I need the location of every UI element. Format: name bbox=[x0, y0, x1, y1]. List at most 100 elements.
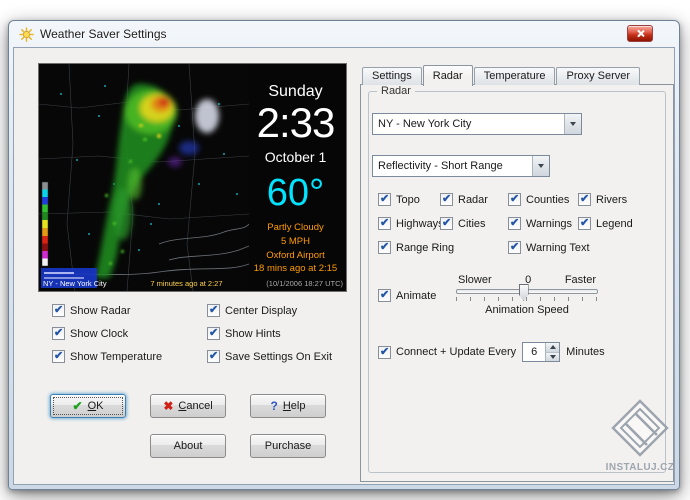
checkbox-box bbox=[378, 216, 391, 230]
preview-status-bar: NY - New York City 7 minutes ago at 2:27… bbox=[43, 279, 343, 288]
checkbox-rivers[interactable]: Rivers bbox=[578, 192, 633, 206]
preview-time: 2:33 bbox=[256, 99, 336, 146]
checkbox-box bbox=[207, 326, 220, 340]
animate-section: Animate Slower 0 Faster Animation Speed bbox=[378, 274, 661, 330]
weather-saver-settings-window: Weather Saver Settings Sunday 2:33 Octob… bbox=[8, 20, 680, 490]
checkbox-label: Topo bbox=[396, 193, 420, 206]
preview-conditions: Partly Cloudy bbox=[267, 222, 324, 233]
purchase-button[interactable]: Purchase bbox=[250, 434, 326, 458]
checkbox-box bbox=[578, 192, 591, 206]
radar-preview-image bbox=[39, 64, 249, 291]
checkbox-box bbox=[52, 349, 65, 363]
ok-button-label: OK bbox=[87, 400, 104, 412]
about-button-label: About bbox=[173, 440, 203, 452]
radar-layer-options: Topo Radar Counties Rivers bbox=[378, 192, 633, 254]
window-title: Weather Saver Settings bbox=[40, 27, 167, 41]
dialog-client-area: Sunday 2:33 October 1 60° Partly Cloudy … bbox=[13, 47, 675, 485]
checkbox-radar-layer[interactable]: Radar bbox=[440, 192, 508, 206]
check-icon: ✔ bbox=[72, 399, 83, 413]
spinner-down-button[interactable] bbox=[546, 352, 560, 361]
sun-icon bbox=[19, 26, 34, 42]
slider-label-faster: Faster bbox=[564, 274, 596, 286]
checkbox-save-settings-on-exit[interactable]: Save Settings On Exit bbox=[207, 349, 332, 363]
checkbox-center-display[interactable]: Center Display bbox=[207, 303, 332, 317]
tab-proxy-server[interactable]: Proxy Server bbox=[556, 67, 641, 85]
checkbox-label: Show Radar bbox=[70, 304, 131, 317]
checkbox-legend[interactable]: Legend bbox=[578, 216, 633, 230]
checkbox-box bbox=[508, 216, 521, 230]
checkbox-label: Save Settings On Exit bbox=[225, 350, 332, 363]
chevron-down-icon[interactable] bbox=[532, 156, 549, 176]
spinner-up-button[interactable] bbox=[546, 343, 560, 353]
checkbox-box bbox=[207, 303, 220, 317]
checkbox-range-ring[interactable]: Range Ring bbox=[378, 240, 508, 254]
update-interval-section: Connect + Update Every 6 Minutes bbox=[378, 342, 605, 362]
checkbox-label: Rivers bbox=[596, 193, 628, 206]
checkbox-box bbox=[508, 192, 521, 206]
ok-button[interactable]: ✔ OK bbox=[50, 394, 126, 418]
checkbox-show-clock[interactable]: Show Clock bbox=[52, 326, 207, 340]
checkbox-warning-text[interactable]: Warning Text bbox=[508, 240, 633, 254]
checkbox-cities[interactable]: Cities bbox=[440, 216, 508, 230]
checkbox-label: Center Display bbox=[225, 304, 298, 317]
spinner-value: 6 bbox=[531, 346, 538, 358]
checkbox-warnings[interactable]: Warnings bbox=[508, 216, 578, 230]
chevron-down-icon[interactable] bbox=[564, 114, 581, 134]
radar-tab-pane: Radar NY - New York City Reflectivity - … bbox=[360, 84, 674, 482]
checkbox-animate[interactable]: Animate bbox=[378, 288, 437, 302]
checkbox-label: Range Ring bbox=[396, 241, 455, 254]
radar-location-select[interactable]: NY - New York City bbox=[372, 113, 582, 135]
checkbox-label: Animate bbox=[396, 289, 437, 302]
help-button[interactable]: ? Help bbox=[250, 394, 326, 418]
question-icon: ? bbox=[270, 399, 278, 413]
checkbox-show-temperature[interactable]: Show Temperature bbox=[52, 349, 207, 363]
radar-group-box: Radar NY - New York City Reflectivity - … bbox=[368, 85, 666, 473]
checkbox-label: Highways bbox=[396, 217, 444, 230]
checkbox-box bbox=[52, 326, 65, 340]
preview-clock-block: Sunday 2:33 October 1 60° Partly Cloudy … bbox=[247, 64, 344, 276]
preview-station: Oxford Airport bbox=[266, 249, 325, 261]
checkbox-label: Counties bbox=[526, 193, 570, 206]
checkbox-show-radar[interactable]: Show Radar bbox=[52, 303, 207, 317]
checkbox-highways[interactable]: Highways bbox=[378, 216, 444, 230]
radar-product-select[interactable]: Reflectivity - Short Range bbox=[372, 155, 550, 177]
checkbox-label: Connect + Update Every bbox=[396, 346, 517, 358]
spinner-buttons bbox=[545, 343, 560, 361]
checkbox-label: Legend bbox=[596, 217, 633, 230]
checkbox-topo[interactable]: Topo bbox=[378, 192, 440, 206]
slider-label-slower: Slower bbox=[458, 274, 492, 286]
checkbox-box bbox=[378, 345, 391, 359]
cancel-button[interactable]: ✖ Cancel bbox=[150, 394, 226, 418]
checkbox-box bbox=[508, 240, 521, 254]
about-button[interactable]: About bbox=[150, 434, 226, 458]
checkbox-show-hints[interactable]: Show Hints bbox=[207, 326, 332, 340]
tab-radar[interactable]: Radar bbox=[422, 65, 473, 86]
tab-settings[interactable]: Settings bbox=[362, 67, 422, 85]
status-age: 7 minutes ago at 2:27 bbox=[150, 279, 223, 288]
checkbox-counties[interactable]: Counties bbox=[508, 192, 578, 206]
checkbox-label: Show Temperature bbox=[70, 350, 163, 363]
checkbox-label: Radar bbox=[458, 193, 488, 206]
checkbox-box bbox=[207, 349, 220, 363]
update-interval-spinner[interactable]: 6 bbox=[522, 342, 561, 362]
checkbox-label: Show Hints bbox=[225, 327, 281, 340]
checkbox-box bbox=[52, 303, 65, 317]
minutes-label: Minutes bbox=[566, 346, 605, 358]
status-location: NY - New York City bbox=[43, 279, 107, 288]
checkbox-connect-update-every[interactable]: Connect + Update Every bbox=[378, 345, 517, 359]
tab-temperature[interactable]: Temperature bbox=[473, 67, 556, 85]
radar-product-value: Reflectivity - Short Range bbox=[378, 160, 503, 172]
preview-date: October 1 bbox=[264, 149, 327, 165]
preview-wind: 5 MPH bbox=[280, 235, 311, 247]
titlebar: Weather Saver Settings bbox=[13, 21, 675, 47]
checkbox-label: Warning Text bbox=[526, 241, 590, 254]
checkbox-box bbox=[440, 192, 453, 206]
checkbox-box bbox=[378, 192, 391, 206]
checkbox-label: Show Clock bbox=[70, 327, 129, 340]
checkbox-box bbox=[378, 288, 391, 302]
slider-track[interactable] bbox=[456, 284, 598, 301]
preview-updated: 18 mins ago at 2:15 bbox=[253, 263, 338, 275]
x-icon: ✖ bbox=[163, 399, 174, 413]
close-button[interactable] bbox=[627, 25, 653, 42]
status-utc: (10/1/2006 18:27 UTC) bbox=[266, 279, 343, 288]
